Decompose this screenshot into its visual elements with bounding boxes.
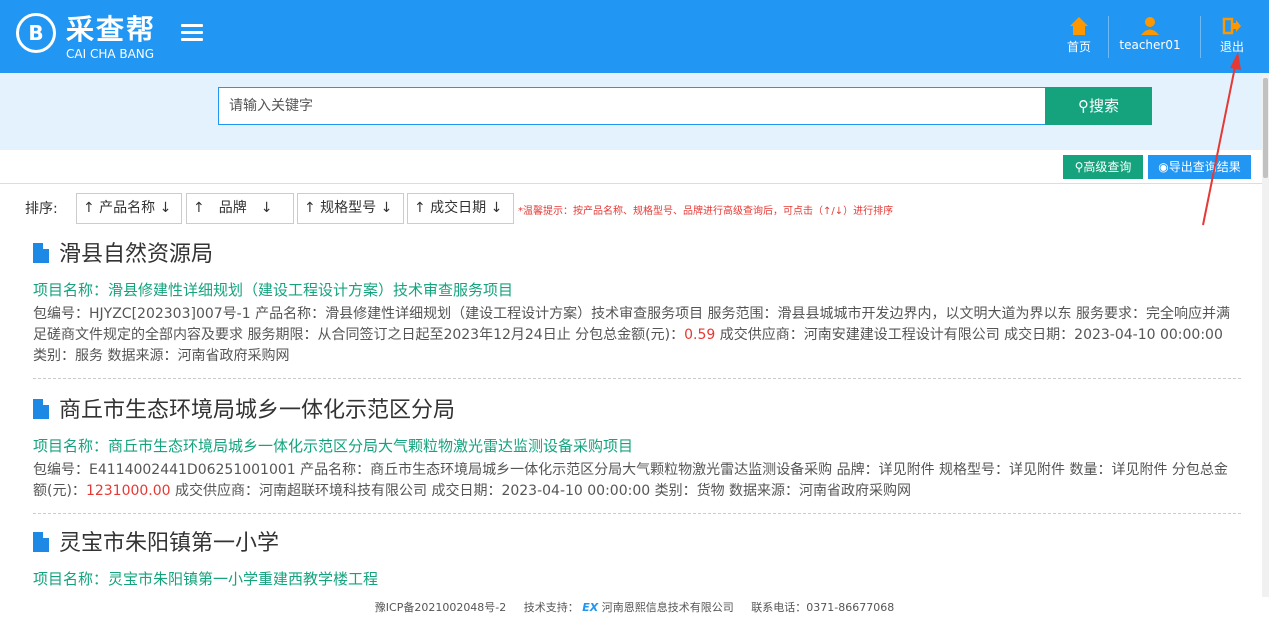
nav-separator xyxy=(1108,16,1109,58)
nav-user[interactable]: teacher01 xyxy=(1112,0,1188,73)
item-divider xyxy=(33,513,1241,514)
result-project-link[interactable]: 项目名称：灵宝市朱阳镇第一小学重建西教学楼工程 xyxy=(33,569,1241,589)
sort-date-button[interactable]: ↑ 成交日期 ↓ xyxy=(407,193,514,224)
document-icon xyxy=(33,399,49,419)
detail-text: 成交供应商：河南超联环境科技有限公司 成交日期：2023-04-10 00:00… xyxy=(170,483,912,499)
sort-product-name-button[interactable]: ↑ 产品名称 ↓ xyxy=(76,193,182,224)
nav-user-label: teacher01 xyxy=(1119,38,1181,52)
result-item: 商丘市生态环境局城乡一体化示范区分局 项目名称：商丘市生态环境局城乡一体化示范区… xyxy=(33,396,1241,502)
result-item: 灵宝市朱阳镇第一小学 项目名称：灵宝市朱阳镇第一小学重建西教学楼工程 xyxy=(33,529,1241,589)
logout-icon xyxy=(1222,17,1241,35)
advanced-search-button[interactable]: ⚲高级查询 xyxy=(1063,155,1143,179)
menu-toggle-icon[interactable] xyxy=(181,24,203,42)
result-amount: 1231000.00 xyxy=(85,483,171,499)
document-icon xyxy=(33,243,49,263)
result-detail: 包编号：E4114002441D06251001001 产品名称：商丘市生态环境… xyxy=(33,460,1241,502)
export-results-button[interactable]: ◉导出查询结果 xyxy=(1148,155,1251,179)
footer: 豫ICP备2021002048号-2 技术支持： EX 河南恩熙信息技术有限公司… xyxy=(0,597,1269,623)
icp-number[interactable]: 豫ICP备2021002048号-2 xyxy=(375,601,507,614)
nav-separator xyxy=(1200,16,1201,58)
company-logo-icon: EX xyxy=(582,601,599,614)
item-divider xyxy=(33,378,1241,379)
support-label: 技术支持： xyxy=(523,601,579,614)
sort-spec-button[interactable]: ↑ 规格型号 ↓ xyxy=(297,193,404,224)
nav-home-label: 首页 xyxy=(1066,40,1091,54)
logo-title[interactable]: 采查帮 xyxy=(66,8,156,48)
home-icon xyxy=(1070,17,1088,35)
contact-phone: 联系电话：0371-86677068 xyxy=(751,601,895,614)
sort-hint: *温馨提示：按产品名称、规格型号、品牌进行高级查询后，可点击（↑/↓）进行排序 xyxy=(518,206,894,217)
result-amount: 0.59 xyxy=(684,327,716,343)
logo-subtitle: CAI CHA BANG xyxy=(66,47,155,61)
result-project-link[interactable]: 项目名称：商丘市生态环境局城乡一体化示范区分局大气颗粒物激光雷达监测设备采购项目 xyxy=(33,436,1241,456)
search-band: ⚲搜索 xyxy=(0,73,1262,150)
result-org-title[interactable]: 商丘市生态环境局城乡一体化示范区分局 xyxy=(59,398,455,423)
support-company: 河南恩熙信息技术有限公司 xyxy=(601,601,734,614)
nav-logout[interactable]: 退出 xyxy=(1212,0,1252,73)
nav-home[interactable]: 首页 xyxy=(1060,0,1098,73)
result-project-link[interactable]: 项目名称：滑县修建性详细规划（建设工程设计方案）技术审查服务项目 xyxy=(33,280,1241,300)
logo-icon[interactable]: B xyxy=(16,13,56,53)
document-icon xyxy=(33,532,49,552)
user-icon xyxy=(1141,17,1159,35)
scrollbar-thumb[interactable] xyxy=(1263,78,1268,178)
result-org-title[interactable]: 滑县自然资源局 xyxy=(59,242,213,267)
result-org-title[interactable]: 灵宝市朱阳镇第一小学 xyxy=(59,531,279,556)
result-detail: 包编号：HJYZC[202303]007号-1 产品名称：滑县修建性详细规划（建… xyxy=(33,304,1241,367)
divider xyxy=(0,183,1262,184)
sort-brand-button[interactable]: ↑ 品牌 ↓ xyxy=(186,193,294,224)
search-button[interactable]: ⚲搜索 xyxy=(1045,87,1152,125)
top-header: B 采查帮 CAI CHA BANG 首页 teacher01 退出 xyxy=(0,0,1269,73)
search-input[interactable] xyxy=(218,87,1046,125)
result-item: 滑县自然资源局 项目名称：滑县修建性详细规划（建设工程设计方案）技术审查服务项目… xyxy=(33,240,1241,367)
sort-label: 排序: xyxy=(25,201,58,217)
nav-logout-label: 退出 xyxy=(1219,40,1244,54)
